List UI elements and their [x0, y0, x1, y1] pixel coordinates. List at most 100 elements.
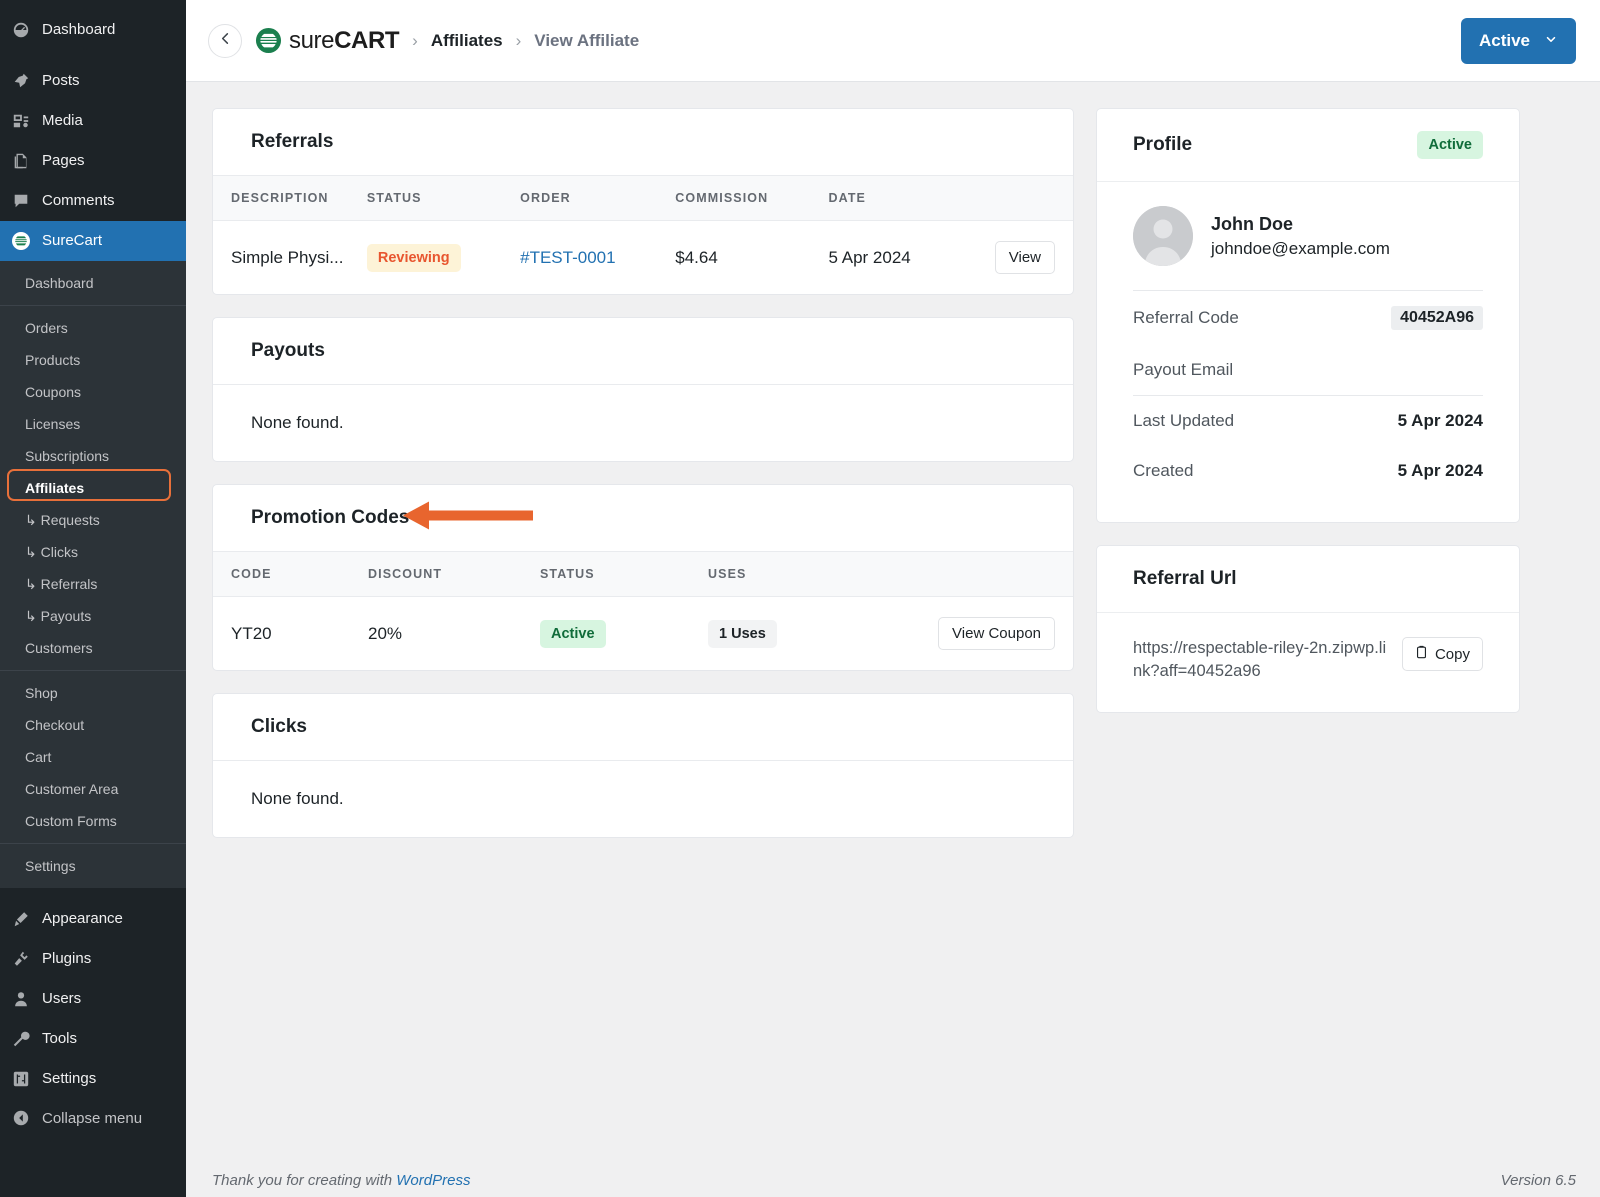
sidebar-item-surecart[interactable]: SureCart — [0, 221, 186, 261]
referrals-table: DESCRIPTION STATUS ORDER COMMISSION DATE… — [213, 175, 1073, 294]
sidebar-item-tools[interactable]: Tools — [0, 1019, 186, 1059]
field-label: Referral Code — [1133, 308, 1239, 328]
dashboard-icon — [11, 20, 31, 40]
submenu-item-products[interactable]: Products — [0, 344, 186, 376]
sidebar-item-label: Settings — [42, 1068, 96, 1090]
view-button[interactable]: View — [995, 241, 1055, 274]
submenu-item-referrals[interactable]: ↳ Referrals — [0, 568, 186, 600]
sidebar-item-label: SureCart — [42, 230, 102, 252]
submenu-item-shop[interactable]: Shop — [0, 677, 186, 709]
cell-code: YT20 — [213, 597, 368, 671]
settings-icon — [11, 1069, 31, 1089]
copy-button[interactable]: Copy — [1402, 637, 1483, 671]
main-region: sureCART › Affiliates › View Affiliate A… — [186, 0, 1600, 1197]
promotion-codes-table: CODE DISCOUNT STATUS USES YT20 20% — [213, 551, 1073, 670]
breadcrumb-separator-icon: › — [412, 32, 418, 49]
submenu-item-licenses[interactable]: Licenses — [0, 408, 186, 440]
table-row: Simple Physi... Reviewing #TEST-0001 $4.… — [213, 221, 1073, 295]
clicks-empty-text: None found. — [213, 760, 1073, 837]
profile-field-referral-code: Referral Code 40452A96 — [1133, 291, 1483, 345]
column-header-date: DATE — [829, 176, 995, 221]
table-row: YT20 20% Active 1 Uses View Coupon — [213, 597, 1073, 671]
sidebar-item-label: Posts — [42, 70, 80, 92]
wordpress-link[interactable]: WordPress — [396, 1172, 470, 1189]
field-label: Created — [1133, 461, 1193, 481]
collapse-menu-label: Collapse menu — [42, 1110, 142, 1127]
collapse-menu-button[interactable]: Collapse menu — [0, 1099, 186, 1137]
referral-url-card-header: Referral Url — [1097, 546, 1519, 612]
left-column: Referrals DESCRIPTION STATUS ORDER COMMI… — [212, 108, 1074, 838]
submenu-item-payouts[interactable]: ↳ Payouts — [0, 600, 186, 632]
breadcrumb-item-view-affiliate: View Affiliate — [534, 31, 639, 51]
last-updated-value: 5 Apr 2024 — [1398, 411, 1483, 431]
submenu-item-customers[interactable]: Customers — [0, 632, 186, 664]
footer-thanks-text: Thank you for creating with — [212, 1172, 396, 1189]
clicks-title: Clicks — [251, 716, 307, 738]
submenu-item-requests[interactable]: ↳ Requests — [0, 504, 186, 536]
surecart-submenu: Dashboard Orders Products Coupons Licens… — [0, 261, 186, 888]
submenu-item-cart[interactable]: Cart — [0, 741, 186, 773]
sidebar-item-appearance[interactable]: Appearance — [0, 899, 186, 939]
submenu-item-coupons[interactable]: Coupons — [0, 376, 186, 408]
sidebar-item-settings[interactable]: Settings — [0, 1059, 186, 1099]
submenu-item-affiliates[interactable]: Affiliates — [0, 472, 186, 504]
breadcrumb: sureCART › Affiliates › View Affiliate — [208, 24, 639, 58]
referrals-title: Referrals — [251, 131, 333, 153]
sidebar-item-dashboard[interactable]: Dashboard — [0, 10, 186, 50]
surecart-logo-text: sureCART — [289, 27, 399, 55]
sidebar-item-plugins[interactable]: Plugins — [0, 939, 186, 979]
plugins-icon — [11, 949, 31, 969]
breadcrumb-item-affiliates[interactable]: Affiliates — [431, 31, 503, 51]
promotion-codes-table-body: YT20 20% Active 1 Uses View Coupon — [213, 597, 1073, 671]
view-coupon-button[interactable]: View Coupon — [938, 617, 1055, 650]
submenu-item-dashboard[interactable]: Dashboard — [0, 267, 186, 299]
affiliates-highlight-wrapper: Affiliates — [0, 472, 186, 504]
submenu-divider — [0, 670, 186, 671]
submenu-item-custom-forms[interactable]: Custom Forms — [0, 805, 186, 837]
sidebar-item-label: Users — [42, 988, 81, 1010]
admin-page: Dashboard Posts Media Pages — [0, 0, 1600, 1197]
table-header-row: CODE DISCOUNT STATUS USES — [213, 552, 1073, 597]
sidebar-item-label: Media — [42, 110, 83, 132]
sidebar-item-posts[interactable]: Posts — [0, 61, 186, 101]
breadcrumb-separator-icon: › — [516, 32, 522, 49]
users-icon — [11, 989, 31, 1009]
logo-text-light: sure — [289, 27, 334, 54]
clicks-card-header: Clicks — [213, 694, 1073, 760]
profile-person: John Doe johndoe@example.com — [1133, 206, 1483, 290]
submenu-item-customer-area[interactable]: Customer Area — [0, 773, 186, 805]
sidebar-item-users[interactable]: Users — [0, 979, 186, 1019]
comments-icon — [11, 191, 31, 211]
column-header-status: STATUS — [367, 176, 520, 221]
referrals-card: Referrals DESCRIPTION STATUS ORDER COMMI… — [212, 108, 1074, 295]
sidebar-item-media[interactable]: Media — [0, 101, 186, 141]
cell-status: Active — [540, 597, 708, 671]
promotion-codes-table-head: CODE DISCOUNT STATUS USES — [213, 552, 1073, 597]
promotion-codes-card-header: Promotion Codes — [213, 485, 1073, 551]
submenu-item-subscriptions[interactable]: Subscriptions — [0, 440, 186, 472]
profile-email: johndoe@example.com — [1211, 237, 1390, 262]
submenu-item-orders[interactable]: Orders — [0, 312, 186, 344]
status-dropdown-button[interactable]: Active — [1461, 18, 1576, 64]
column-header-status: STATUS — [540, 552, 708, 597]
back-arrow-icon — [218, 31, 233, 51]
clipboard-icon — [1415, 645, 1428, 663]
back-button[interactable] — [208, 24, 242, 58]
submenu-divider — [0, 843, 186, 844]
submenu-item-checkout[interactable]: Checkout — [0, 709, 186, 741]
cell-uses: 1 Uses — [708, 597, 923, 671]
page-topbar: sureCART › Affiliates › View Affiliate A… — [186, 0, 1600, 82]
payouts-empty-text: None found. — [213, 384, 1073, 461]
submenu-item-settings[interactable]: Settings — [0, 850, 186, 882]
profile-card-header: Profile Active — [1097, 109, 1519, 182]
sidebar-item-pages[interactable]: Pages — [0, 141, 186, 181]
order-link[interactable]: #TEST-0001 — [520, 248, 615, 267]
sidebar-item-comments[interactable]: Comments — [0, 181, 186, 221]
column-header-order: ORDER — [520, 176, 675, 221]
submenu-item-clicks[interactable]: ↳ Clicks — [0, 536, 186, 568]
column-header-uses: USES — [708, 552, 923, 597]
payouts-card: Payouts None found. — [212, 317, 1074, 462]
surecart-logo[interactable]: sureCART — [255, 27, 399, 55]
column-header-discount: DISCOUNT — [368, 552, 540, 597]
uses-badge: 1 Uses — [708, 620, 777, 648]
